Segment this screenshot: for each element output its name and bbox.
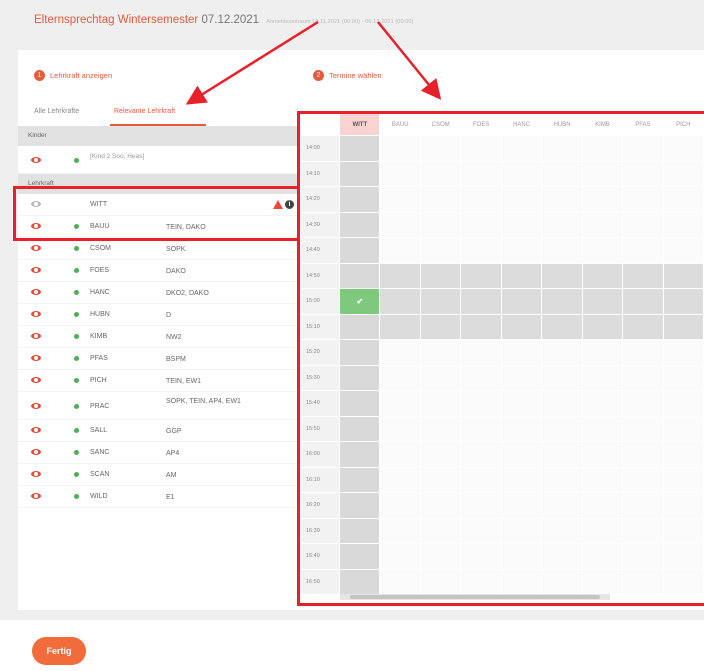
teacher-row[interactable]: PRAC SOPK, TEIN, AP4, EW1 xyxy=(18,392,298,420)
teacher-abbr: PRAC xyxy=(90,403,110,410)
teacher-row[interactable]: HUBN D xyxy=(18,304,298,326)
teacher-row[interactable]: SANC AP4 xyxy=(18,442,298,464)
available-dot xyxy=(74,158,79,163)
highlight-box-grid xyxy=(297,111,704,606)
available-dot xyxy=(74,268,79,273)
teacher-subjects: AM xyxy=(166,472,177,479)
footer-bar xyxy=(0,620,704,671)
teacher-abbr: KIMB xyxy=(90,333,108,340)
teacher-subjects: D xyxy=(166,312,172,319)
teacher-row[interactable]: SALL GGP xyxy=(18,420,298,442)
available-dot xyxy=(74,428,79,433)
teacher-row[interactable]: HANC DKO2, DAKO xyxy=(18,282,298,304)
teacher-subjects: BSPM xyxy=(166,356,186,363)
eye-icon[interactable] xyxy=(31,493,41,499)
eye-icon[interactable] xyxy=(31,449,41,455)
teacher-list: Kinder [Kind 2 Soo, Heas] Lehrkraft WITT… xyxy=(18,126,298,508)
teacher-abbr: CSOM xyxy=(90,245,111,252)
step-2-heading: 2 Termine wählen xyxy=(313,70,382,81)
teacher-subjects: AP4 xyxy=(166,450,180,457)
eye-icon[interactable] xyxy=(31,471,41,477)
teacher-abbr: HANC xyxy=(90,289,110,296)
teacher-abbr: WILD xyxy=(90,493,108,500)
eye-icon[interactable] xyxy=(31,427,41,433)
teacher-abbr: FOES xyxy=(90,267,110,274)
eye-icon[interactable] xyxy=(31,377,41,383)
eye-icon[interactable] xyxy=(31,157,41,163)
available-dot xyxy=(74,404,79,409)
eye-icon[interactable] xyxy=(31,267,41,273)
tab-all-teachers[interactable]: Alle Lehrkräfte xyxy=(34,108,79,115)
eye-icon[interactable] xyxy=(31,355,41,361)
available-dot xyxy=(74,356,79,361)
teacher-row[interactable]: WILD E1 xyxy=(18,486,298,508)
teacher-subjects: E1 xyxy=(166,494,175,501)
teacher-row[interactable]: PICH TEIN, EW1 xyxy=(18,370,298,392)
teacher-subjects: SOPK, TEIN, AP4, EW1 xyxy=(166,398,241,405)
teacher-subjects: DAKO xyxy=(166,268,186,275)
event-title: Elternsprechtag Wintersemester xyxy=(34,14,199,26)
teacher-row[interactable]: CSOM SOPK xyxy=(18,238,298,260)
eye-icon[interactable] xyxy=(31,245,41,251)
tab-relevant-teacher[interactable]: Relevante Lehrkraft xyxy=(114,108,175,115)
teacher-subjects: SOPK xyxy=(166,246,186,253)
teacher-subjects: TEIN, EW1 xyxy=(166,378,202,385)
teacher-subjects: GGP xyxy=(166,428,182,435)
eye-icon[interactable] xyxy=(31,311,41,317)
step-2-label: Termine wählen xyxy=(329,71,382,80)
available-dot xyxy=(74,312,79,317)
teacher-subjects: DKO2, DAKO xyxy=(166,290,209,297)
teacher-rows: BAUU TEIN, DAKO CSOM SOPK FOES DAKO HANC DKO2, … xyxy=(18,216,298,508)
teacher-abbr: PICH xyxy=(90,377,107,384)
eye-icon[interactable] xyxy=(31,333,41,339)
available-dot xyxy=(74,494,79,499)
event-date: 07.12.2021 xyxy=(201,14,260,26)
teacher-abbr: HUBN xyxy=(90,311,110,318)
highlight-box-teacher xyxy=(13,186,300,241)
child-row[interactable]: [Kind 2 Soo, Heas] xyxy=(18,146,298,174)
registration-period: Anmeldezeitraum 18.11.2021 (00:00) - 06.… xyxy=(266,19,414,25)
available-dot xyxy=(74,378,79,383)
teacher-row[interactable]: KIMB NW2 xyxy=(18,326,298,348)
available-dot xyxy=(74,450,79,455)
child-name: [Kind 2 Soo, Heas] xyxy=(90,153,145,160)
teacher-row[interactable]: SCAN AM xyxy=(18,464,298,486)
teacher-abbr: SCAN xyxy=(90,471,110,478)
eye-icon[interactable] xyxy=(31,403,41,409)
eye-icon[interactable] xyxy=(31,289,41,295)
step-2-number: 2 xyxy=(313,70,324,81)
teacher-row[interactable]: PFAS BSPM xyxy=(18,348,298,370)
children-section-header: Kinder xyxy=(18,126,298,146)
teacher-subjects: NW2 xyxy=(166,334,182,341)
teacher-abbr: PFAS xyxy=(90,355,108,362)
teacher-abbr: SANC xyxy=(90,449,110,456)
available-dot xyxy=(74,290,79,295)
available-dot xyxy=(74,472,79,477)
available-dot xyxy=(74,246,79,251)
step-1-number: 1 xyxy=(34,70,45,81)
page-title: Elternsprechtag Wintersemester 07.12.202… xyxy=(34,14,414,26)
done-button[interactable]: Fertig xyxy=(32,637,86,665)
available-dot xyxy=(74,334,79,339)
step-1-label: Lehrkraft anzeigen xyxy=(50,71,113,80)
teacher-abbr: SALL xyxy=(90,427,108,434)
teacher-row[interactable]: FOES DAKO xyxy=(18,260,298,282)
step-1-heading: 1 Lehrkraft anzeigen xyxy=(34,70,112,81)
